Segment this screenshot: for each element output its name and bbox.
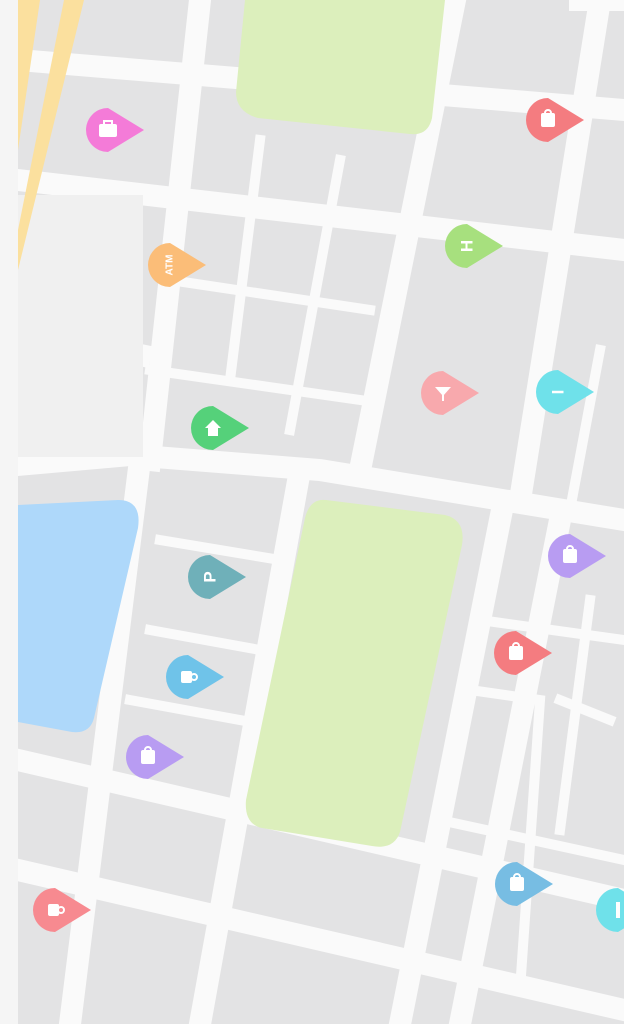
atm-text-icon: ATM (165, 255, 176, 276)
info-icon: I (549, 390, 568, 395)
pin-label: ATM (165, 255, 176, 276)
pin-label: H (458, 240, 477, 252)
parking-icon: P (201, 571, 220, 582)
park-area-top (236, 0, 445, 135)
hospital-icon: H (458, 240, 477, 252)
open-lot (18, 195, 143, 457)
city-map[interactable]: ATM H I P (0, 0, 624, 1024)
pin-label: I (549, 390, 568, 395)
pin-label: P (201, 571, 220, 582)
left-edge-strip (0, 0, 18, 1024)
info-icon (616, 902, 620, 918)
map-canvas[interactable]: ATM H I P (0, 0, 624, 1024)
